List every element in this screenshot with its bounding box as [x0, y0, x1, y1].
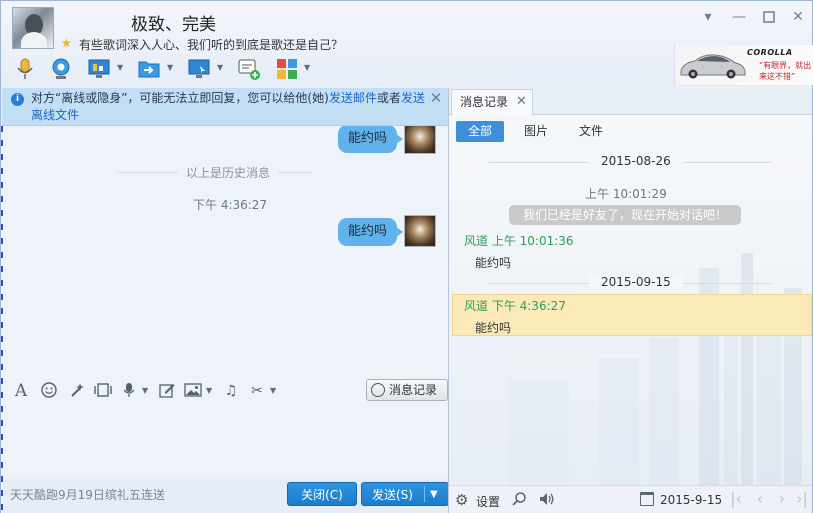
- history-message[interactable]: 能约吗: [475, 254, 511, 271]
- dropdown-arrow-icon[interactable]: ▾: [696, 7, 720, 27]
- system-message: 我们已经是好友了，现在开始对话吧！: [509, 205, 741, 225]
- ad-slogan: “有眼界，就出来这不错”: [759, 61, 812, 81]
- edit-icon[interactable]: [158, 382, 176, 400]
- chevron-down-icon[interactable]: ▼: [304, 63, 312, 73]
- contact-signature: 有些歌词深入人心、我们听的到底是歌还是自己？: [79, 38, 344, 52]
- folder-transfer-icon[interactable]: [137, 57, 161, 81]
- clock-icon: [371, 383, 385, 397]
- chevron-down-icon[interactable]: ▼: [142, 386, 150, 396]
- apps-icon[interactable]: [275, 57, 299, 81]
- send-button-separator: [424, 486, 425, 502]
- contact-avatar[interactable]: [12, 7, 54, 49]
- gear-icon[interactable]: ⚙: [455, 492, 471, 508]
- self-avatar[interactable]: [404, 215, 436, 247]
- offline-notice: i 对方“离线或隐身”，可能无法立即回复，您可以给他(她)发送邮件或者发送离线文…: [2, 88, 448, 126]
- music-icon[interactable]: ♫: [222, 382, 240, 400]
- chevron-down-icon[interactable]: ▼: [206, 386, 214, 396]
- notice-text-mid: 或者: [376, 91, 401, 105]
- ad-banner[interactable]: COROLLA “有眼界，就出来这不错”: [674, 45, 813, 85]
- next-page-icon[interactable]: ›: [773, 489, 791, 509]
- minimize-icon[interactable]: —: [727, 7, 751, 27]
- input-footer: 天天酷跑9月19日缤礼五连送 关闭(C) 发送(S) ▼: [2, 479, 449, 513]
- new-discussion-icon[interactable]: [237, 57, 261, 81]
- system-time: 上午 10:01:29: [585, 187, 667, 201]
- history-panel: 消息记录 ✕ 全部 图片 文件 2015-08-26 上午 10:01:29 我…: [449, 88, 812, 513]
- close-button[interactable]: 关闭(C): [287, 482, 357, 506]
- send-options-chevron-icon[interactable]: ▼: [430, 483, 438, 507]
- last-page-icon[interactable]: ›|: [793, 489, 811, 509]
- emoji-icon[interactable]: [40, 382, 58, 400]
- microphone-icon[interactable]: [13, 57, 37, 81]
- header: 极致、完美 ★ 有些歌词深入人心、我们听的到底是歌还是自己？ ▾ — ✕ ▼ ▼: [1, 1, 813, 87]
- left-edge-strip: [1, 126, 3, 513]
- close-notice-icon[interactable]: ✕: [428, 90, 444, 106]
- send-button-label: 发送(S): [372, 488, 413, 502]
- message-bubble[interactable]: 能约吗: [338, 126, 404, 153]
- chat-messages: 能约吗 以上是历史消息 下午 4:36:27 能约吗: [2, 126, 448, 376]
- filter-all[interactable]: 全部: [456, 121, 504, 142]
- screen-share-icon[interactable]: [87, 57, 111, 81]
- star-icon: ★: [61, 36, 72, 50]
- scissors-icon[interactable]: ✂: [248, 382, 266, 400]
- chevron-down-icon[interactable]: ▼: [270, 386, 278, 396]
- ad-title: COROLLA: [747, 48, 793, 57]
- magic-icon[interactable]: [68, 382, 86, 400]
- tab-label: 消息记录: [460, 95, 509, 109]
- info-icon: i: [11, 93, 24, 106]
- chat-window: 极致、完美 ★ 有些歌词深入人心、我们听的到底是歌还是自己？ ▾ — ✕ ▼ ▼: [0, 0, 813, 513]
- date-header: 2015-08-26: [589, 154, 683, 168]
- chevron-down-icon[interactable]: ▼: [117, 63, 125, 73]
- settings-label[interactable]: 设置: [476, 493, 500, 510]
- maximize-icon[interactable]: [757, 7, 781, 27]
- chevron-down-icon[interactable]: ▼: [217, 63, 225, 73]
- calendar-icon[interactable]: [640, 492, 654, 506]
- filter-files[interactable]: 文件: [571, 121, 611, 142]
- message-record-button[interactable]: 消息记录 ▼: [366, 379, 448, 416]
- search-icon[interactable]: [510, 491, 528, 509]
- font-icon[interactable]: A: [12, 382, 30, 400]
- filter-images[interactable]: 图片: [516, 121, 556, 142]
- image-icon[interactable]: [184, 382, 202, 400]
- previous-page-icon[interactable]: ‹: [751, 489, 769, 509]
- history-divider-text: 以上是历史消息: [178, 164, 279, 181]
- send-email-link[interactable]: 发送邮件: [329, 91, 377, 105]
- history-sender: 风道 下午 4:36:27: [464, 299, 566, 313]
- notice-text: 对方“离线或隐身”，可能无法立即回复，您可以给他(她)发送邮件或者发送离线文件: [31, 90, 426, 124]
- first-page-icon[interactable]: |‹: [727, 489, 745, 509]
- tab-message-record[interactable]: 消息记录 ✕: [451, 89, 533, 115]
- speaker-icon[interactable]: [537, 491, 555, 509]
- date-header: 2015-09-15: [589, 275, 683, 289]
- message-input[interactable]: [2, 404, 448, 479]
- current-date[interactable]: 2015-9-15: [660, 493, 722, 507]
- input-toolbar: A ▼ ▼ ♫ ✂ ▼ 消息记录 ▼: [2, 376, 448, 416]
- history-sender: 风道 上午 10:01:36: [464, 234, 574, 248]
- message-time: 下午 4:36:27: [193, 198, 268, 212]
- car-image: [680, 54, 746, 79]
- ad-text-link[interactable]: 天天酷跑9月19日缤礼五连送: [10, 486, 165, 503]
- history-tab-bar: 消息记录 ✕: [449, 88, 812, 115]
- close-window-icon[interactable]: ✕: [786, 7, 810, 27]
- contact-nickname[interactable]: 极致、完美: [131, 10, 216, 35]
- remote-desktop-icon[interactable]: [187, 57, 211, 81]
- notice-text-before: 对方“离线或隐身”，可能无法立即回复，您可以给他(她): [31, 91, 329, 105]
- close-tab-icon[interactable]: ✕: [516, 94, 527, 110]
- message-record-label: 消息记录: [389, 383, 438, 397]
- voice-icon[interactable]: [120, 382, 138, 400]
- camera-icon[interactable]: [49, 57, 73, 81]
- message-bubble[interactable]: 能约吗: [338, 218, 404, 246]
- screenshot-icon[interactable]: [94, 382, 112, 400]
- history-message[interactable]: 能约吗: [475, 319, 511, 336]
- send-button[interactable]: 发送(S) ▼: [361, 482, 449, 506]
- self-avatar[interactable]: [404, 126, 436, 154]
- history-footer: ⚙ 设置 2015-9-15 |‹ ‹ › ›|: [449, 485, 812, 513]
- chevron-down-icon[interactable]: ▼: [167, 63, 175, 73]
